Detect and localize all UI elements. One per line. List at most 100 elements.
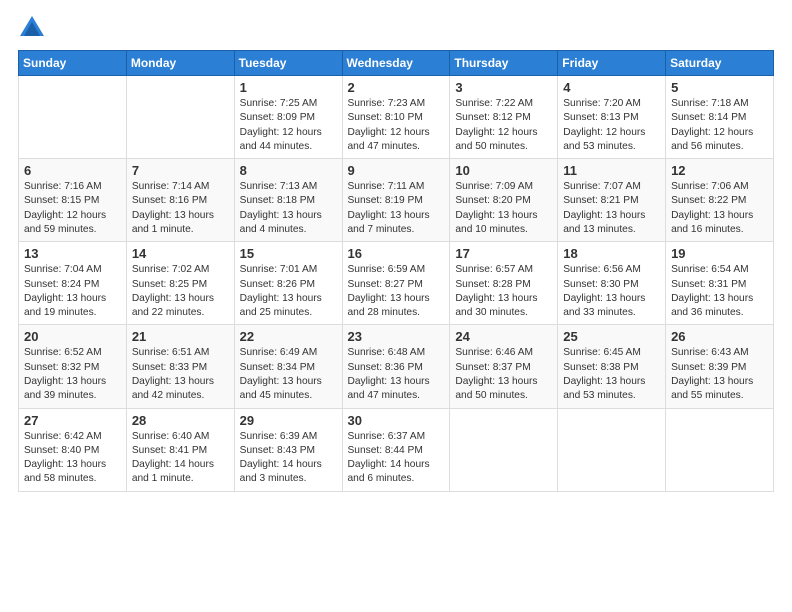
day-number: 27 <box>24 413 121 428</box>
calendar-cell: 13 Sunrise: 7:04 AMSunset: 8:24 PMDayligh… <box>19 242 127 325</box>
day-info: Sunrise: 7:02 AMSunset: 8:25 PMDaylight:… <box>132 263 229 320</box>
day-info: Sunrise: 7:09 AMSunset: 8:20 PMDaylight:… <box>455 180 552 237</box>
day-number: 17 <box>455 246 552 261</box>
day-number: 26 <box>671 329 768 344</box>
day-number: 14 <box>132 246 229 261</box>
calendar-cell: 6Sunrise: 7:16 AMSunset: 8:15 PMDaylight… <box>19 159 127 242</box>
day-number: 16 <box>348 246 445 261</box>
weekday-header-friday: Friday <box>558 51 666 76</box>
week-row-1: 1 Sunrise: 7:25 AMSunset: 8:09 PMDaylight… <box>19 76 774 159</box>
day-number: 12 <box>671 163 768 178</box>
calendar-cell: 4Sunrise: 7:20 AMSunset: 8:13 PMDaylight… <box>558 76 666 159</box>
week-row-2: 6Sunrise: 7:16 AMSunset: 8:15 PMDaylight… <box>19 159 774 242</box>
day-info: Sunrise: 7:13 AMSunset: 8:18 PMDaylight:… <box>240 180 337 237</box>
day-number: 21 <box>132 329 229 344</box>
day-info: Sunrise: 7:11 AMSunset: 8:19 PMDaylight:… <box>348 180 445 237</box>
day-info: Sunrise: 7:14 AMSunset: 8:16 PMDaylight:… <box>132 180 229 237</box>
day-info: Sunrise: 7:06 AMSunset: 8:22 PMDaylight:… <box>671 180 768 237</box>
day-info: Sunrise: 7:23 AMSunset: 8:10 PMDaylight:… <box>348 97 445 154</box>
day-info: Sunrise: 6:42 AMSunset: 8:40 PMDaylight:… <box>24 430 121 487</box>
calendar-cell: 27 Sunrise: 6:42 AMSunset: 8:40 PMDayligh… <box>19 408 127 491</box>
day-info: Sunrise: 7:16 AMSunset: 8:15 PMDaylight:… <box>24 180 121 237</box>
calendar-cell: 19 Sunrise: 6:54 AMSunset: 8:31 PMDayligh… <box>666 242 774 325</box>
day-number: 20 <box>24 329 121 344</box>
logo-icon <box>18 14 46 42</box>
calendar: SundayMondayTuesdayWednesdayThursdayFrid… <box>18 50 774 492</box>
calendar-cell: 5 Sunrise: 7:18 AMSunset: 8:14 PMDaylight… <box>666 76 774 159</box>
day-number: 30 <box>348 413 445 428</box>
day-info: Sunrise: 7:25 AMSunset: 8:09 PMDaylight:… <box>240 97 337 154</box>
day-info: Sunrise: 6:54 AMSunset: 8:31 PMDaylight:… <box>671 263 768 320</box>
calendar-cell: 30 Sunrise: 6:37 AMSunset: 8:44 PMDayligh… <box>342 408 450 491</box>
calendar-cell: 8 Sunrise: 7:13 AMSunset: 8:18 PMDaylight… <box>234 159 342 242</box>
day-info: Sunrise: 6:39 AMSunset: 8:43 PMDaylight:… <box>240 430 337 487</box>
calendar-cell: 28 Sunrise: 6:40 AMSunset: 8:41 PMDayligh… <box>126 408 234 491</box>
calendar-cell: 9Sunrise: 7:11 AMSunset: 8:19 PMDaylight… <box>342 159 450 242</box>
calendar-cell <box>450 408 558 491</box>
day-number: 4 <box>563 80 660 95</box>
day-info: Sunrise: 6:49 AMSunset: 8:34 PMDaylight:… <box>240 346 337 403</box>
calendar-cell: 18Sunrise: 6:56 AMSunset: 8:30 PMDayligh… <box>558 242 666 325</box>
day-info: Sunrise: 7:18 AMSunset: 8:14 PMDaylight:… <box>671 97 768 154</box>
calendar-cell: 7Sunrise: 7:14 AMSunset: 8:16 PMDaylight… <box>126 159 234 242</box>
day-info: Sunrise: 6:59 AMSunset: 8:27 PMDaylight:… <box>348 263 445 320</box>
calendar-cell: 2 Sunrise: 7:23 AMSunset: 8:10 PMDaylight… <box>342 76 450 159</box>
calendar-cell: 26 Sunrise: 6:43 AMSunset: 8:39 PMDayligh… <box>666 325 774 408</box>
day-number: 18 <box>563 246 660 261</box>
calendar-cell: 1 Sunrise: 7:25 AMSunset: 8:09 PMDaylight… <box>234 76 342 159</box>
day-info: Sunrise: 6:45 AMSunset: 8:38 PMDaylight:… <box>563 346 660 403</box>
day-number: 15 <box>240 246 337 261</box>
day-info: Sunrise: 7:07 AMSunset: 8:21 PMDaylight:… <box>563 180 660 237</box>
calendar-cell <box>558 408 666 491</box>
calendar-cell: 12 Sunrise: 7:06 AMSunset: 8:22 PMDayligh… <box>666 159 774 242</box>
day-info: Sunrise: 7:04 AMSunset: 8:24 PMDaylight:… <box>24 263 121 320</box>
calendar-cell <box>126 76 234 159</box>
day-number: 19 <box>671 246 768 261</box>
day-number: 10 <box>455 163 552 178</box>
calendar-cell: 14 Sunrise: 7:02 AMSunset: 8:25 PMDayligh… <box>126 242 234 325</box>
week-row-3: 13 Sunrise: 7:04 AMSunset: 8:24 PMDayligh… <box>19 242 774 325</box>
day-info: Sunrise: 6:57 AMSunset: 8:28 PMDaylight:… <box>455 263 552 320</box>
calendar-cell: 11Sunrise: 7:07 AMSunset: 8:21 PMDayligh… <box>558 159 666 242</box>
calendar-cell: 20 Sunrise: 6:52 AMSunset: 8:32 PMDayligh… <box>19 325 127 408</box>
day-info: Sunrise: 7:22 AMSunset: 8:12 PMDaylight:… <box>455 97 552 154</box>
day-info: Sunrise: 6:52 AMSunset: 8:32 PMDaylight:… <box>24 346 121 403</box>
page: SundayMondayTuesdayWednesdayThursdayFrid… <box>0 0 792 612</box>
day-info: Sunrise: 6:43 AMSunset: 8:39 PMDaylight:… <box>671 346 768 403</box>
day-number: 1 <box>240 80 337 95</box>
calendar-cell: 15 Sunrise: 7:01 AMSunset: 8:26 PMDayligh… <box>234 242 342 325</box>
day-number: 22 <box>240 329 337 344</box>
weekday-header-wednesday: Wednesday <box>342 51 450 76</box>
weekday-header-saturday: Saturday <box>666 51 774 76</box>
calendar-cell <box>666 408 774 491</box>
day-number: 5 <box>671 80 768 95</box>
week-row-5: 27 Sunrise: 6:42 AMSunset: 8:40 PMDayligh… <box>19 408 774 491</box>
day-number: 8 <box>240 163 337 178</box>
calendar-cell: 16 Sunrise: 6:59 AMSunset: 8:27 PMDayligh… <box>342 242 450 325</box>
calendar-cell <box>19 76 127 159</box>
day-number: 13 <box>24 246 121 261</box>
day-info: Sunrise: 6:40 AMSunset: 8:41 PMDaylight:… <box>132 430 229 487</box>
day-number: 2 <box>348 80 445 95</box>
day-number: 23 <box>348 329 445 344</box>
calendar-cell: 21Sunrise: 6:51 AMSunset: 8:33 PMDayligh… <box>126 325 234 408</box>
calendar-cell: 23 Sunrise: 6:48 AMSunset: 8:36 PMDayligh… <box>342 325 450 408</box>
calendar-cell: 29 Sunrise: 6:39 AMSunset: 8:43 PMDayligh… <box>234 408 342 491</box>
weekday-header-row: SundayMondayTuesdayWednesdayThursdayFrid… <box>19 51 774 76</box>
day-info: Sunrise: 6:37 AMSunset: 8:44 PMDaylight:… <box>348 430 445 487</box>
calendar-cell: 24Sunrise: 6:46 AMSunset: 8:37 PMDayligh… <box>450 325 558 408</box>
logo <box>18 14 50 42</box>
day-number: 29 <box>240 413 337 428</box>
day-number: 28 <box>132 413 229 428</box>
calendar-cell: 25Sunrise: 6:45 AMSunset: 8:38 PMDayligh… <box>558 325 666 408</box>
weekday-header-sunday: Sunday <box>19 51 127 76</box>
weekday-header-thursday: Thursday <box>450 51 558 76</box>
calendar-cell: 22 Sunrise: 6:49 AMSunset: 8:34 PMDayligh… <box>234 325 342 408</box>
day-info: Sunrise: 7:01 AMSunset: 8:26 PMDaylight:… <box>240 263 337 320</box>
weekday-header-monday: Monday <box>126 51 234 76</box>
day-info: Sunrise: 6:46 AMSunset: 8:37 PMDaylight:… <box>455 346 552 403</box>
calendar-cell: 17 Sunrise: 6:57 AMSunset: 8:28 PMDayligh… <box>450 242 558 325</box>
day-info: Sunrise: 6:48 AMSunset: 8:36 PMDaylight:… <box>348 346 445 403</box>
week-row-4: 20 Sunrise: 6:52 AMSunset: 8:32 PMDayligh… <box>19 325 774 408</box>
calendar-cell: 3Sunrise: 7:22 AMSunset: 8:12 PMDaylight… <box>450 76 558 159</box>
